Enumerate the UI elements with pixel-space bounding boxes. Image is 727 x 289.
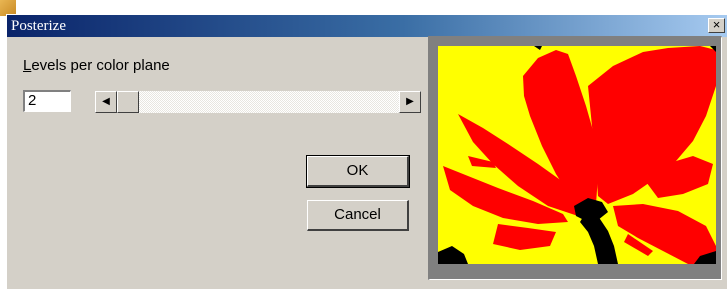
posterized-flower-preview — [438, 46, 716, 264]
levels-label-text: evels per color plane — [31, 57, 170, 74]
scroll-right-arrow-icon[interactable]: ▶ — [399, 91, 421, 113]
preview-panel — [428, 36, 722, 280]
title-bar[interactable]: Posterize × — [7, 15, 727, 37]
levels-label: Levels per color plane — [23, 57, 170, 74]
slider-thumb[interactable] — [117, 91, 139, 113]
scroll-left-arrow-icon[interactable]: ◀ — [95, 91, 117, 113]
levels-slider[interactable]: ◀ ▶ — [95, 91, 421, 113]
posterize-dialog: Posterize × Levels per color plane 2 ◀ ▶… — [6, 14, 727, 289]
levels-value-input[interactable]: 2 — [23, 90, 71, 112]
close-icon[interactable]: × — [708, 18, 725, 33]
ok-button[interactable]: OK — [306, 155, 410, 188]
window-title: Posterize — [11, 18, 66, 34]
cancel-button[interactable]: Cancel — [307, 200, 409, 231]
